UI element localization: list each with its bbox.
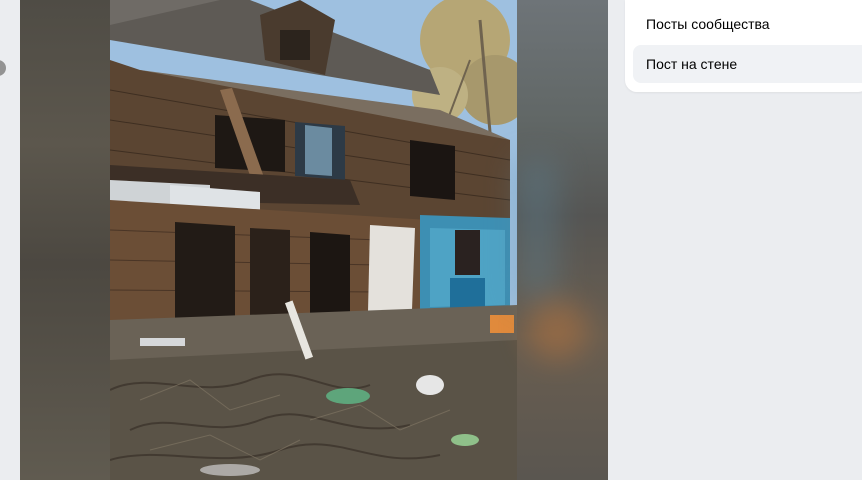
post-type-menu: Посты сообщества Пост на стене <box>625 0 862 92</box>
menu-item-community-posts[interactable]: Посты сообщества <box>633 5 862 43</box>
photo-blur-left <box>20 0 110 480</box>
photo-blur-right <box>517 0 608 480</box>
photo-viewer <box>20 0 608 480</box>
page-left-edge <box>0 0 20 480</box>
photo-image[interactable] <box>110 0 517 480</box>
previous-arrow-icon[interactable] <box>0 60 6 76</box>
menu-item-wall-post[interactable]: Пост на стене <box>633 45 862 83</box>
